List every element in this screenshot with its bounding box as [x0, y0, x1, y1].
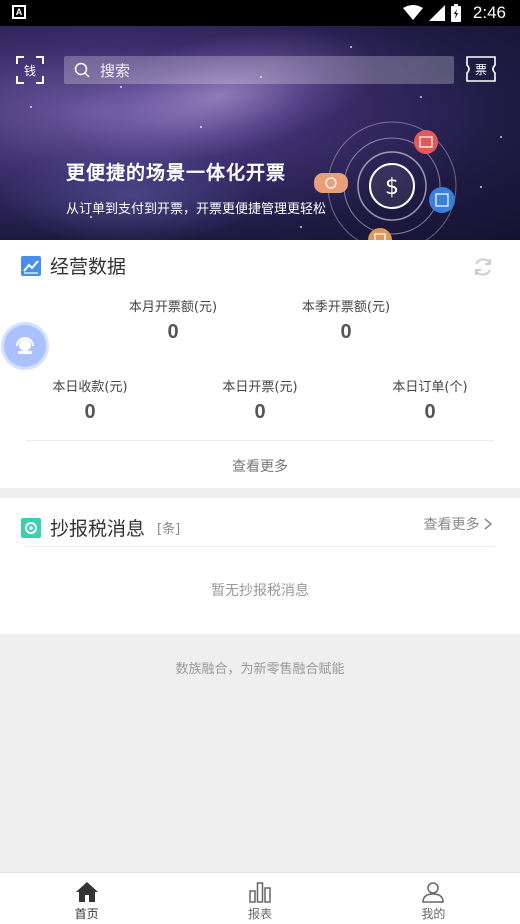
status-bar: A 2:46	[0, 0, 520, 26]
metric-value: 0	[167, 321, 179, 343]
tax-messages-header: 抄报税消息 [条]	[20, 514, 180, 541]
business-see-more-link[interactable]: 查看更多	[0, 456, 520, 476]
metric-label: 本月开票额(元)	[128, 300, 218, 315]
ticket-icon: 票	[466, 56, 496, 82]
scan-pay-button[interactable]: 钱	[16, 56, 44, 84]
wifi-icon	[402, 5, 423, 20]
chevron-right-icon	[484, 518, 493, 530]
metric-quarter-invoice: 本季开票额(元) 0	[276, 296, 416, 344]
banner-subtitle: 从订单到支付到开票，开票更便捷管理更轻松	[66, 202, 327, 217]
tax-messages-unit: [条]	[157, 522, 181, 537]
svg-text:$: $	[385, 175, 399, 200]
home-icon	[75, 882, 98, 902]
metric-day-orders: 本日订单(个) 0	[360, 376, 500, 424]
svg-text:钱: 钱	[24, 63, 36, 78]
metric-day-invoice: 本日开票(元) 0	[190, 376, 330, 424]
nav-label: 我的	[421, 907, 446, 921]
signal-icon	[428, 5, 445, 21]
app-notification-icon: A	[12, 5, 26, 19]
nav-label: 首页	[74, 907, 99, 921]
metric-value: 0	[424, 401, 436, 423]
headset-icon	[16, 337, 34, 354]
banner-orbit-graphic: $	[308, 118, 472, 240]
metric-label: 本日收款(元)	[52, 380, 128, 395]
nav-reports[interactable]: 报表	[173, 873, 346, 924]
refresh-icon[interactable]	[472, 256, 494, 278]
metric-day-receipt: 本日收款(元) 0	[20, 376, 160, 424]
tax-see-more-label: 查看更多	[423, 517, 480, 533]
nav-label: 报表	[247, 907, 272, 921]
invoice-button[interactable]: 票	[466, 56, 496, 82]
metric-label: 本季开票额(元)	[301, 300, 391, 315]
nav-home[interactable]: 首页	[0, 873, 173, 924]
svg-text:票: 票	[475, 63, 487, 77]
search-placeholder: 搜索	[100, 61, 131, 80]
search-input[interactable]: 搜索	[64, 56, 454, 84]
divider	[26, 546, 494, 547]
business-data-header: 经营数据	[20, 252, 126, 279]
gear-badge-icon	[21, 517, 41, 538]
business-data-card: 经营数据 本月开票额(元) 0 本季开票额(元) 0 本日收款(元) 0 本日开…	[0, 240, 520, 488]
metric-value: 0	[340, 321, 352, 343]
status-time: 2:46	[472, 3, 506, 22]
banner[interactable]: 钱 搜索 票 更便捷的场景一体化开票 从订单到支付到开票，开票更便捷管理更轻松 …	[0, 26, 520, 240]
tax-messages-card: 抄报税消息 [条] 查看更多 暂无抄报税消息	[0, 498, 520, 634]
nav-profile[interactable]: 我的	[347, 873, 520, 924]
tax-empty-state: 暂无抄报税消息	[211, 583, 309, 599]
metric-label: 本日开票(元)	[222, 380, 298, 395]
metric-label: 本日订单(个)	[392, 380, 468, 395]
slogan: 数族融合，为新零售融合赋能	[175, 662, 345, 677]
metric-month-invoice: 本月开票额(元) 0	[103, 296, 243, 344]
metric-value: 0	[84, 401, 96, 423]
metric-value: 0	[254, 401, 266, 423]
bottom-nav: 首页 报表 我的	[0, 872, 520, 924]
user-icon	[422, 882, 445, 903]
business-data-title: 经营数据	[50, 256, 127, 278]
search-icon	[74, 62, 90, 78]
tax-see-more-link[interactable]: 查看更多	[423, 514, 493, 534]
trend-chart-icon	[21, 255, 41, 276]
battery-icon	[450, 4, 461, 22]
scan-frame-icon: 钱	[16, 56, 44, 84]
customer-service-button[interactable]	[4, 325, 46, 367]
tax-messages-title: 抄报税消息	[50, 518, 146, 540]
banner-title: 更便捷的场景一体化开票	[66, 162, 287, 184]
chart-icon	[249, 882, 271, 903]
divider	[26, 440, 494, 441]
